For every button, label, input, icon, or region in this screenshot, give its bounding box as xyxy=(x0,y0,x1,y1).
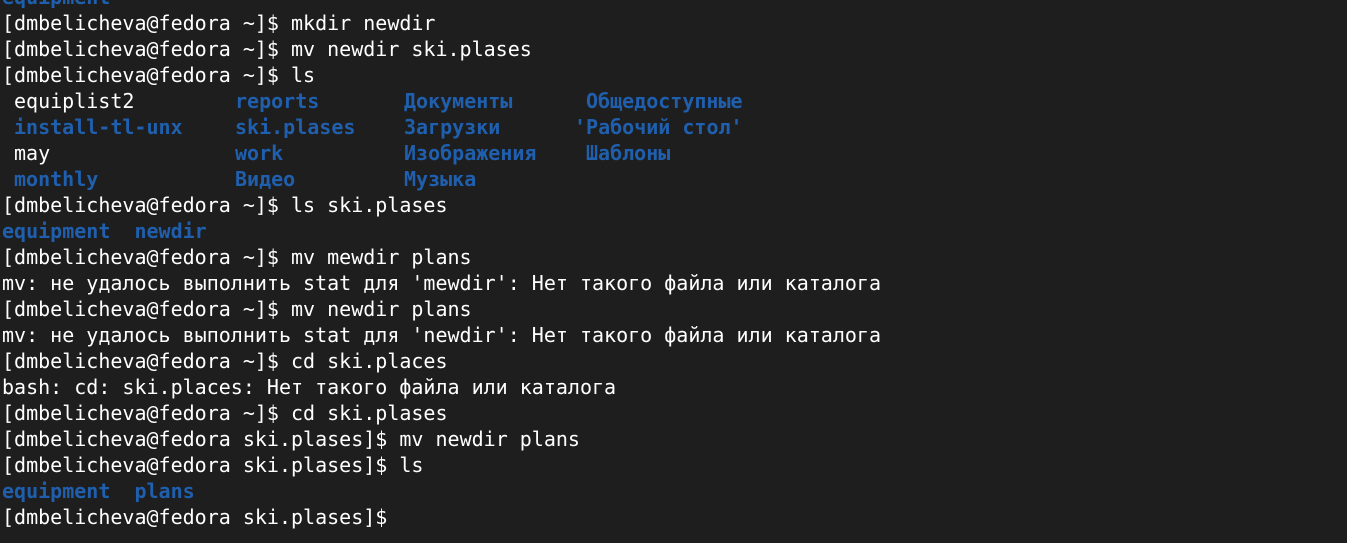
command-line: [dmbelicheva@fedora ~]$ mkdir newdir xyxy=(2,10,881,36)
command: ls xyxy=(290,63,316,87)
command-line: [dmbelicheva@fedora ski.plases]$ ls xyxy=(2,452,881,478)
terminal-output: equipment [dmbelicheva@fedora ~]$ mkdir … xyxy=(2,0,881,530)
error-line: mv: не удалось выполнить stat для 'newdi… xyxy=(2,323,881,347)
directory-entry: Общедоступные xyxy=(586,89,743,113)
prompt: [dmbelicheva@fedora ~]$ xyxy=(2,11,291,35)
file-entry: equiplist2 xyxy=(14,89,135,113)
file-entry: may xyxy=(14,141,51,165)
current-prompt-line[interactable]: [dmbelicheva@fedora ski.plases]$ xyxy=(2,504,881,530)
prompt: [dmbelicheva@fedora ~]$ xyxy=(2,349,291,373)
prompt: [dmbelicheva@fedora ~]$ xyxy=(2,37,291,61)
directory-entry: ski.plases xyxy=(235,115,356,139)
output-line: equipment newdir xyxy=(2,218,881,244)
directory-entry: Шаблоны xyxy=(586,141,671,165)
output-line: equipment xyxy=(2,0,881,10)
command-line: [dmbelicheva@fedora ~]$ ls ski.plases xyxy=(2,192,881,218)
directory-entry: Загрузки xyxy=(404,115,501,139)
command-line: [dmbelicheva@fedora ~]$ cd ski.plases xyxy=(2,400,881,426)
terminal-window[interactable]: equipment [dmbelicheva@fedora ~]$ mkdir … xyxy=(0,0,1347,543)
directory-entry: newdir xyxy=(134,219,207,243)
command: mkdir newdir xyxy=(290,11,436,35)
command: mv newdir ski.plases xyxy=(290,37,532,61)
command: ls xyxy=(399,453,424,477)
command: mv mewdir plans xyxy=(290,245,472,269)
directory-entry: plans xyxy=(134,479,195,503)
error-line: mv: не удалось выполнить stat для 'mewdi… xyxy=(2,271,881,295)
command-line: [dmbelicheva@fedora ~]$ mv newdir ski.pl… xyxy=(2,36,881,62)
output-line: equipment plans xyxy=(2,478,881,504)
error-line: bash: cd: ski.places: Нет такого файла и… xyxy=(2,375,617,399)
ls-output-row: monthly Видео Музыка xyxy=(2,166,881,192)
command-line: [dmbelicheva@fedora ~]$ ls xyxy=(2,62,881,88)
directory-entry: install-tl-unx xyxy=(14,115,183,139)
directory-entry: work xyxy=(235,141,284,165)
ls-output-row: equiplist2 reports Документы Общедоступн… xyxy=(2,88,881,114)
directory-entry: equipment xyxy=(2,479,111,503)
prompt: [dmbelicheva@fedora ski.plases]$ xyxy=(2,453,400,477)
directory-entry: equipment xyxy=(2,0,110,9)
directory-entry: reports xyxy=(235,89,320,113)
command-line: [dmbelicheva@fedora ~]$ mv mewdir plans xyxy=(2,244,881,270)
prompt: [dmbelicheva@fedora ski.plases]$ xyxy=(2,505,400,529)
directory-entry: Музыка xyxy=(404,167,477,191)
directory-entry: 'Рабочий стол' xyxy=(574,115,743,139)
prompt: [dmbelicheva@fedora ~]$ xyxy=(2,297,291,321)
prompt: [dmbelicheva@fedora ski.plases]$ xyxy=(2,427,400,451)
command: ls ski.plases xyxy=(290,193,448,217)
command: mv newdir plans xyxy=(290,297,472,321)
directory-entry: Изображения xyxy=(404,141,537,165)
command-line: [dmbelicheva@fedora ~]$ mv newdir plans xyxy=(2,296,881,322)
command-line: [dmbelicheva@fedora ski.plases]$ mv newd… xyxy=(2,426,881,452)
directory-entry: monthly xyxy=(14,167,99,191)
prompt: [dmbelicheva@fedora ~]$ xyxy=(2,63,291,87)
ls-output-row: may work Изображения Шаблоны xyxy=(2,140,881,166)
directory-entry: Документы xyxy=(404,89,513,113)
command: cd ski.plases xyxy=(290,401,448,425)
prompt: [dmbelicheva@fedora ~]$ xyxy=(2,401,291,425)
ls-output-row: install-tl-unx ski.plases Загрузки 'Рабо… xyxy=(2,114,881,140)
directory-entry: Видео xyxy=(235,167,296,191)
command-line: [dmbelicheva@fedora ~]$ cd ski.places xyxy=(2,348,881,374)
command: cd ski.places xyxy=(290,349,448,373)
command: mv newdir plans xyxy=(399,427,580,451)
